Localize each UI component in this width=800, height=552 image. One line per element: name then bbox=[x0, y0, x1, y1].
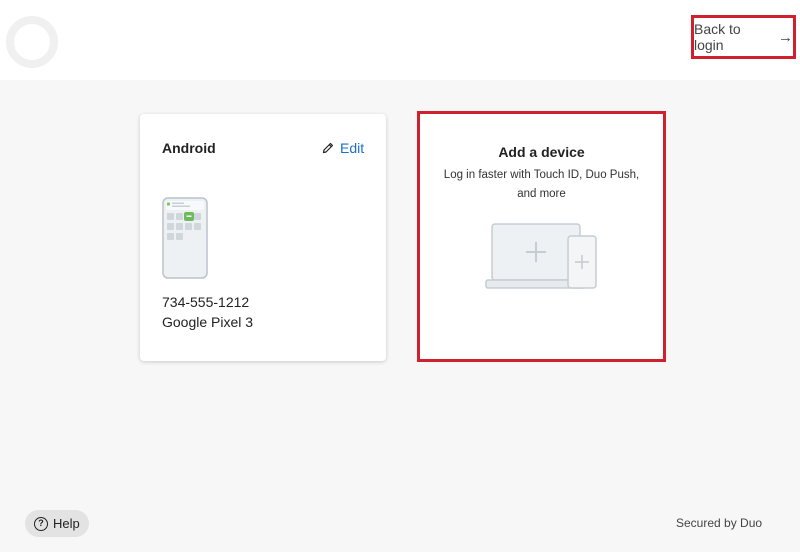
add-device-title: Add a device bbox=[498, 144, 585, 160]
arrow-right-icon: → bbox=[778, 28, 793, 46]
back-to-login-link[interactable]: Back to login → bbox=[691, 15, 796, 59]
add-device-card[interactable]: Add a device Log in faster with Touch ID… bbox=[417, 111, 666, 362]
help-label: Help bbox=[53, 516, 80, 531]
pencil-icon bbox=[322, 142, 334, 154]
device-name: Android bbox=[162, 140, 216, 156]
question-circle-icon: ? bbox=[34, 516, 48, 531]
phone-illustration-icon bbox=[162, 197, 208, 279]
device-model: Google Pixel 3 bbox=[162, 314, 254, 330]
device-phone-number: 734-555-1212 bbox=[162, 294, 250, 310]
help-button[interactable]: ? Help bbox=[25, 510, 89, 537]
top-bar: Back to login → bbox=[0, 0, 800, 80]
secured-by-text: Secured by Duo bbox=[676, 516, 763, 530]
device-card-android: Android Edit 734-555-1212 Google Pixel 3 bbox=[140, 114, 386, 361]
add-device-subtitle: Log in faster with Touch ID, Duo Push, a… bbox=[443, 169, 640, 200]
laptop-phone-plus-icon bbox=[485, 223, 597, 289]
edit-device-button[interactable]: Edit bbox=[322, 140, 364, 156]
duo-logo-icon bbox=[6, 16, 58, 68]
edit-label: Edit bbox=[340, 140, 365, 156]
back-to-login-label: Back to login bbox=[694, 21, 741, 53]
